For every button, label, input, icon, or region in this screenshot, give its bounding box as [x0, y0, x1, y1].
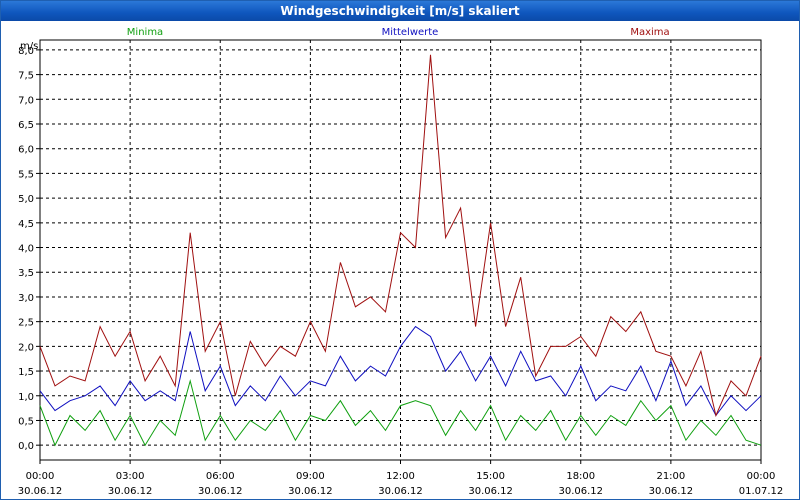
x-tick-date: 30.06.12: [108, 486, 153, 497]
y-tick-label: 2,5: [18, 318, 34, 329]
x-tick-date: 01.07.12: [739, 486, 784, 497]
x-axis: 00:00 30.06.12 03:00 30.06.12 06:00 30.06.12 0…: [18, 460, 784, 497]
legend-item-minima: Minima: [127, 27, 163, 38]
grid: [40, 40, 761, 460]
x-tick-time: 09:00: [296, 471, 325, 482]
x-tick-time: 00:00: [747, 471, 776, 482]
x-tick-time: 03:00: [116, 471, 145, 482]
y-tick-label: 6,0: [18, 145, 34, 156]
legend: Minima Mittelwerte Maxima: [127, 27, 670, 38]
x-tick-date: 30.06.12: [468, 486, 513, 497]
x-tick-time: 12:00: [386, 471, 415, 482]
y-tick-label: 4,5: [18, 219, 34, 230]
x-tick-date: 30.06.12: [198, 486, 243, 497]
y-axis-label: m/s: [20, 41, 38, 52]
x-tick-time: 18:00: [566, 471, 595, 482]
x-tick-time: 21:00: [656, 471, 685, 482]
y-tick-label: 7,0: [18, 95, 34, 106]
y-tick-label: 1,5: [18, 367, 34, 378]
y-tick-label: 5,5: [18, 169, 34, 180]
y-tick-label: 5,0: [18, 194, 34, 205]
legend-item-mittelwerte: Mittelwerte: [382, 27, 439, 38]
x-tick-date: 30.06.12: [378, 486, 423, 497]
y-tick-label: 2,0: [18, 342, 34, 353]
x-tick-date: 30.06.12: [649, 486, 694, 497]
x-tick-date: 30.06.12: [288, 486, 333, 497]
y-tick-label: 0,0: [18, 441, 34, 452]
x-tick-date: 30.06.12: [18, 486, 63, 497]
y-tick-label: 6,5: [18, 120, 34, 131]
y-tick-label: 1,0: [18, 392, 34, 403]
y-tick-label: 3,5: [18, 268, 34, 279]
x-tick-time: 15:00: [476, 471, 505, 482]
x-tick-time: 06:00: [206, 471, 235, 482]
legend-item-maxima: Maxima: [630, 27, 669, 38]
x-tick-date: 30.06.12: [558, 486, 603, 497]
x-tick-time: 00:00: [26, 471, 55, 482]
y-axis: 0,0 0,5 1,0 1,5 2,0 2,5 3,0 3,5 4,0 4,5 5,0 5,5 6,0 6…: [18, 46, 40, 452]
y-tick-label: 4,0: [18, 244, 34, 255]
y-tick-label: 0,5: [18, 416, 34, 427]
y-tick-label: 7,5: [18, 71, 34, 82]
y-tick-label: 3,0: [18, 293, 34, 304]
line-chart: 0,0 0,5 1,0 1,5 2,0 2,5 3,0 3,5 4,0 4,5 5,0 5,5 6,0 6…: [18, 27, 784, 497]
